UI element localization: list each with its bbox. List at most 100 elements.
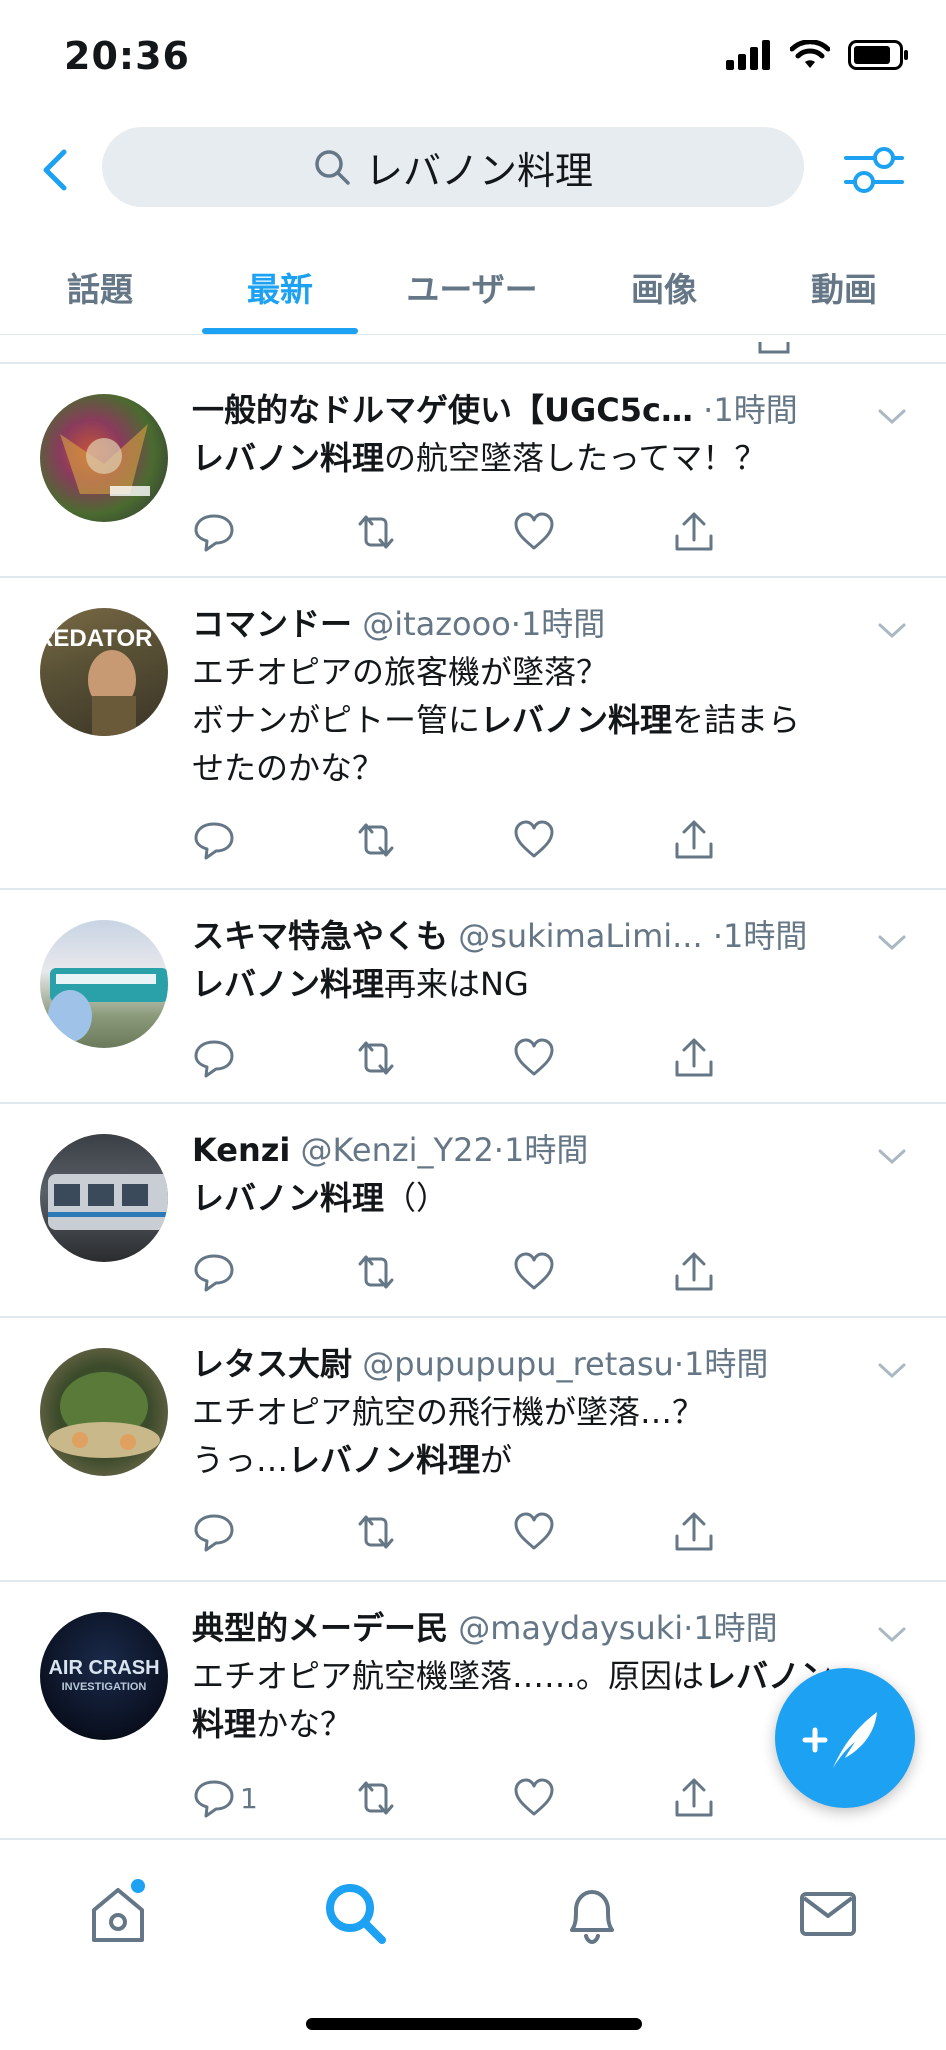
notifications-bell-icon[interactable] — [552, 1874, 632, 1954]
avatar[interactable] — [40, 920, 168, 1048]
chevron-down-icon[interactable] — [874, 924, 910, 960]
reply-button[interactable] — [192, 1250, 352, 1298]
display-name[interactable]: 典型的メーデー民 — [192, 1609, 448, 1647]
display-name[interactable]: Kenzi — [192, 1131, 290, 1169]
share-button[interactable] — [672, 1510, 832, 1558]
highlight-term: 料理 — [192, 1705, 257, 1743]
cellular-signal-icon — [726, 40, 770, 70]
avatar[interactable] — [40, 394, 168, 522]
home-indicator-bar — [306, 2018, 642, 2030]
display-name[interactable]: スキマ特急やくも — [192, 917, 448, 955]
tweet[interactable]: レタス大尉 @pupupupu_retasu·1時間 エチオピア航空の飛行機が墜… — [0, 1318, 946, 1582]
share-button[interactable] — [672, 1036, 832, 1084]
retweet-icon — [358, 823, 394, 857]
retweet-icon — [358, 1041, 394, 1075]
tweet-text-line: エチオピアの旅客機が墜落？ — [192, 653, 609, 691]
tweet-text-part: ボナンがピトー管に — [192, 701, 481, 739]
tweet-content: レタス大尉 @pupupupu_retasu·1時間 エチオピア航空の飛行機が墜… — [192, 1342, 886, 1484]
share-icon — [675, 820, 713, 859]
like-button[interactable] — [512, 1776, 672, 1824]
like-button[interactable] — [512, 1036, 672, 1084]
highlight-term: レバノン料理 — [192, 965, 385, 1003]
avatar[interactable]: REDATOR — [40, 608, 168, 736]
reply-button[interactable] — [192, 510, 352, 558]
user-handle[interactable]: @Kenzi_Y22 — [300, 1131, 493, 1169]
share-button[interactable] — [672, 1250, 832, 1298]
tweet-time: 1時間 — [713, 391, 798, 429]
avatar[interactable] — [40, 1134, 168, 1262]
tweet-actions — [192, 510, 832, 558]
share-button[interactable] — [672, 510, 832, 558]
reply-button[interactable] — [192, 1036, 352, 1084]
like-button[interactable] — [512, 1510, 672, 1558]
home-icon[interactable] — [78, 1874, 158, 1954]
tweet-text: エチオピアの旅客機が墜落？ ボナンがピトー管にレバノン料理を詰まら せたのかな？ — [192, 648, 886, 792]
share-icon — [675, 1778, 713, 1817]
search-filters-icon[interactable] — [842, 138, 906, 202]
user-handle[interactable]: @itazooo — [362, 605, 511, 643]
tweet[interactable]: スキマ特急やくも @sukimaLimi... ·1時間 レバノン料理再来はNG — [0, 890, 946, 1104]
tweet-text-part: うっ… — [192, 1441, 289, 1479]
like-button[interactable] — [512, 818, 672, 866]
reply-icon — [194, 1780, 234, 1818]
tweet-text-part: かな？ — [256, 1705, 353, 1743]
like-button[interactable] — [512, 1250, 672, 1298]
display-name[interactable]: コマンドー — [192, 605, 352, 643]
retweet-icon — [358, 1255, 394, 1289]
user-handle[interactable]: @pupupupu_retasu — [362, 1345, 674, 1383]
retweet-button[interactable] — [352, 1036, 512, 1084]
chevron-down-icon[interactable] — [874, 1616, 910, 1652]
chevron-down-icon[interactable] — [874, 1138, 910, 1174]
reply-count: 1 — [240, 1782, 258, 1815]
retweet-button[interactable] — [352, 1776, 512, 1824]
tab-users[interactable]: ユーザー — [382, 240, 562, 334]
tweet-text-rest: の航空墜落したってマ！？ — [384, 439, 767, 477]
tab-latest[interactable]: 最新 — [190, 240, 370, 334]
separator-dot: · — [510, 605, 521, 643]
tab-images[interactable]: 画像 — [574, 240, 754, 334]
compose-tweet-button[interactable] — [775, 1668, 915, 1808]
tweet-feed[interactable]: 一般的なドルマゲ使い【UGC5c… · 1時間 レバノン料理 の航空墜落したってマ！… — [0, 334, 946, 1842]
retweet-button[interactable] — [352, 1250, 512, 1298]
separator-dot: · — [493, 1131, 504, 1169]
tab-videos[interactable]: 動画 — [754, 240, 934, 334]
reply-button[interactable]: 1 — [192, 1776, 352, 1824]
share-button[interactable] — [672, 818, 832, 866]
back-chevron-icon[interactable] — [28, 142, 84, 198]
avatar[interactable]: AIR CRASH INVESTIGATION — [40, 1612, 168, 1740]
display-name[interactable]: 一般的なドルマゲ使い【UGC5c… — [192, 391, 693, 429]
retweet-button[interactable] — [352, 1510, 512, 1558]
search-nav-icon[interactable] — [316, 1874, 396, 1954]
tab-topics[interactable]: 話題 — [10, 240, 190, 334]
search-tabs: 話題 最新 ユーザー 画像 動画 — [0, 240, 946, 335]
tweet[interactable]: Kenzi @Kenzi_Y22·1時間 レバノン料理（） — [0, 1104, 946, 1318]
avatar-text: INVESTIGATION — [62, 1681, 147, 1693]
tweet-text-rest: （） — [384, 1179, 449, 1217]
chevron-down-icon[interactable] — [874, 612, 910, 648]
tweet-text-line: エチオピア航空の飛行機が墜落…？ — [192, 1393, 705, 1431]
share-icon — [675, 1252, 713, 1291]
messages-mail-icon[interactable] — [788, 1874, 868, 1954]
display-name[interactable]: レタス大尉 — [192, 1345, 352, 1383]
retweet-button[interactable] — [352, 818, 512, 866]
tweet-text-line: ボナンがピトー管にレバノン料理を詰まら — [192, 696, 886, 744]
search-input[interactable]: レバノン料理 — [102, 127, 804, 207]
user-handle[interactable]: @sukimaLimi... — [458, 917, 702, 955]
status-bar: 20:36 — [0, 0, 946, 110]
tweet-text: レバノン料理（） — [192, 1174, 886, 1222]
chevron-down-icon[interactable] — [874, 1352, 910, 1388]
tweet[interactable]: REDATOR コマンドー @itazooo·1時間 エチオピアの旅客機が墜落？… — [0, 578, 946, 890]
like-button[interactable] — [512, 510, 672, 558]
user-handle[interactable]: @maydaysuki — [458, 1609, 683, 1647]
avatar[interactable] — [40, 1348, 168, 1476]
reply-button[interactable] — [192, 1510, 352, 1558]
chevron-down-icon[interactable] — [874, 398, 910, 434]
tweet-actions — [192, 1510, 832, 1558]
reply-button[interactable] — [192, 818, 352, 866]
tweet[interactable]: 一般的なドルマゲ使い【UGC5c… ·1時間 レバノン料理の航空墜落したってマ！… — [0, 364, 946, 578]
bottom-navigation — [0, 1838, 946, 2050]
status-time: 20:36 — [64, 34, 190, 78]
separator-dot: · — [673, 1345, 684, 1383]
search-icon — [315, 150, 350, 185]
retweet-button[interactable] — [352, 510, 512, 558]
